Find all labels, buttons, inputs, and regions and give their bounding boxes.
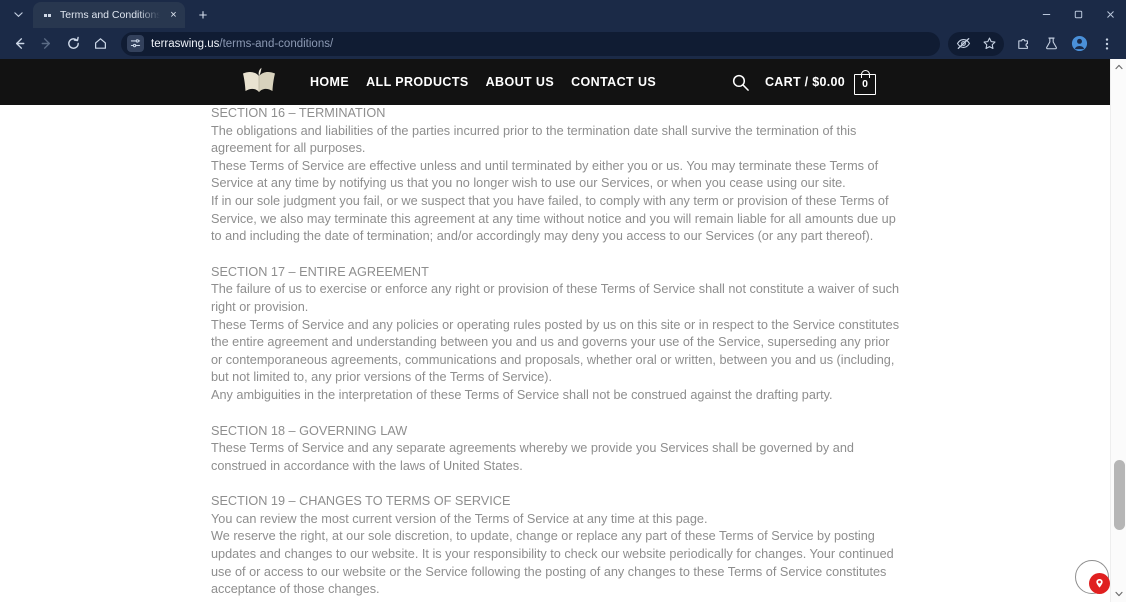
omnibox-actions-group xyxy=(948,31,1004,57)
browser-window: Terms and Conditions – Terraswing × + xyxy=(0,0,1126,602)
back-icon[interactable] xyxy=(6,31,32,57)
section-18-heading: SECTION 18 – GOVERNING LAW xyxy=(211,423,408,438)
page-scrollbar[interactable] xyxy=(1110,59,1126,602)
browser-tab[interactable]: Terms and Conditions – Terraswing × xyxy=(33,2,185,28)
terms-article: SECTION 16 – TERMINATION The obligations… xyxy=(0,59,1110,602)
section-17-heading: SECTION 17 – ENTIRE AGREEMENT xyxy=(211,264,429,279)
maximize-button[interactable] xyxy=(1062,0,1094,28)
toolbar-actions xyxy=(948,31,1120,57)
reload-icon[interactable] xyxy=(60,31,86,57)
home-icon[interactable] xyxy=(87,31,113,57)
map-pin-icon[interactable] xyxy=(1089,573,1110,594)
site-favicon xyxy=(42,9,54,21)
section-16-heading: SECTION 16 – TERMINATION xyxy=(211,106,386,120)
scroll-down-arrow[interactable] xyxy=(1111,586,1126,602)
location-chat-widget[interactable] xyxy=(1075,560,1110,594)
cart-bag-icon: 0 xyxy=(854,69,876,95)
browser-menu-icon[interactable] xyxy=(1094,31,1120,57)
section-19-heading: SECTION 19 – CHANGES TO TERMS OF SERVICE xyxy=(211,494,511,509)
url-path: /terms-and-conditions/ xyxy=(219,37,334,50)
tab-strip: Terms and Conditions – Terraswing × + xyxy=(0,0,1126,28)
bookmark-star-icon[interactable] xyxy=(976,31,1002,57)
section-19: SECTION 19 – CHANGES TO TERMS OF SERVICE… xyxy=(211,493,1110,599)
tab-search-chevron-icon[interactable] xyxy=(5,1,31,27)
section-17-paragraph-2: These Terms of Service and any policies … xyxy=(211,317,900,385)
section-18: SECTION 18 – GOVERNING LAW These Terms o… xyxy=(211,423,1110,476)
url-domain: terraswing.us xyxy=(151,37,220,50)
section-17-paragraph-3: Any ambiguities in the interpretation of… xyxy=(211,387,833,402)
cart-link[interactable]: CART / $0.00 0 xyxy=(764,69,876,95)
profile-avatar-icon[interactable] xyxy=(1066,31,1092,57)
section-18-paragraph-1: These Terms of Service and any separate … xyxy=(211,441,854,473)
extensions-icon[interactable] xyxy=(1010,31,1036,57)
site-settings-icon[interactable] xyxy=(127,35,144,52)
open-book-logo[interactable] xyxy=(238,65,280,99)
browser-toolbar: terraswing.us/terms-and-conditions/ xyxy=(0,28,1126,59)
address-bar-text: terraswing.us/terms-and-conditions/ xyxy=(151,38,930,50)
window-controls xyxy=(1030,0,1126,28)
site-nav: HOME ALL PRODUCTS ABOUT US CONTACT US xyxy=(310,75,656,89)
new-tab-button[interactable]: + xyxy=(190,2,216,28)
section-17-paragraph-1: The failure of us to exercise or enforce… xyxy=(211,282,900,314)
section-19-paragraph-2: We reserve the right, at our sole discre… xyxy=(211,529,894,597)
labs-flask-icon[interactable] xyxy=(1038,31,1064,57)
nav-item-all-products[interactable]: ALL PRODUCTS xyxy=(366,75,469,89)
address-bar[interactable]: terraswing.us/terms-and-conditions/ xyxy=(121,31,940,56)
minimize-button[interactable] xyxy=(1030,0,1062,28)
page-viewport: such provision shall not affect the vali… xyxy=(0,59,1126,602)
scroll-up-arrow[interactable] xyxy=(1111,59,1126,75)
nav-item-contact-us[interactable]: CONTACT US xyxy=(571,75,656,89)
tab-title: Terms and Conditions – Terraswing xyxy=(60,9,160,21)
section-16-paragraph-3: If in our sole judgment you fail, or we … xyxy=(211,193,896,244)
cart-total-label: CART / $0.00 xyxy=(764,75,845,89)
tracking-protection-off-icon[interactable] xyxy=(950,31,976,57)
section-16: SECTION 16 – TERMINATION The obligations… xyxy=(211,105,1110,246)
cart-item-count: 0 xyxy=(862,78,868,90)
close-window-button[interactable] xyxy=(1094,0,1126,28)
scrollbar-thumb[interactable] xyxy=(1113,460,1125,530)
section-16-paragraph-2: These Terms of Service are effective unl… xyxy=(211,158,879,191)
search-icon[interactable] xyxy=(731,72,751,92)
site-header-actions: CART / $0.00 0 xyxy=(731,69,876,95)
section-19-paragraph-1: You can review the most current version … xyxy=(211,511,708,526)
forward-icon[interactable] xyxy=(33,31,59,57)
nav-item-about-us[interactable]: ABOUT US xyxy=(486,75,554,89)
page-content: such provision shall not affect the vali… xyxy=(0,59,1110,602)
nav-item-home[interactable]: HOME xyxy=(310,75,349,89)
section-16-paragraph-1: The obligations and liabilities of the p… xyxy=(211,123,857,156)
close-icon[interactable]: × xyxy=(166,8,181,23)
section-17: SECTION 17 – ENTIRE AGREEMENT The failur… xyxy=(211,264,1110,405)
site-header: HOME ALL PRODUCTS ABOUT US CONTACT US CA… xyxy=(0,59,1110,105)
